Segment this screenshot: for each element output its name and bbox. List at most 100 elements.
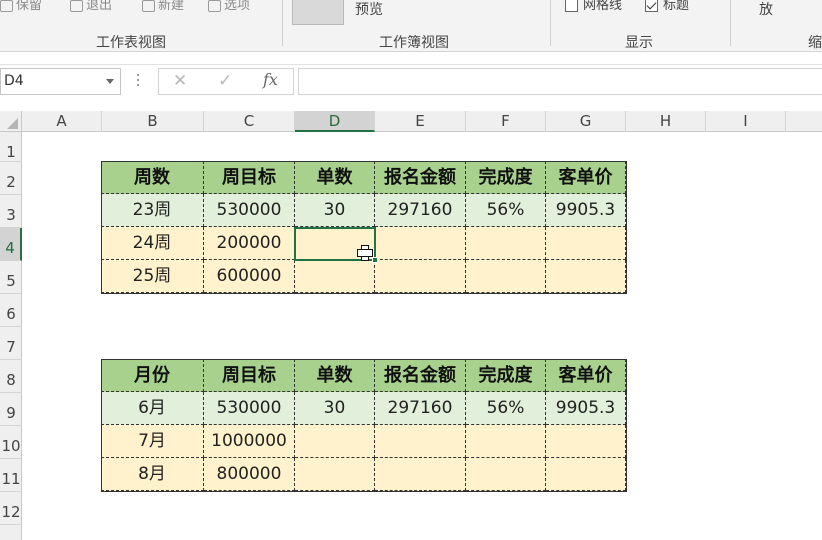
table-header-cell[interactable]: 月份	[101, 359, 204, 392]
table-cell[interactable]: 297160	[375, 392, 466, 425]
options-button[interactable]: 选项	[208, 0, 250, 13]
column-header-f[interactable]: F	[466, 111, 546, 132]
table-cell[interactable]: 24周	[101, 227, 204, 260]
table-cell[interactable]: 56%	[466, 194, 546, 227]
table-cell[interactable]	[375, 458, 466, 491]
row-header-5[interactable]: 5	[0, 261, 22, 294]
row-header-9[interactable]: 9	[0, 393, 22, 426]
zoom-button[interactable]: 放	[759, 0, 773, 19]
table-cell[interactable]: 6月	[101, 392, 204, 425]
headings-checkbox[interactable]: 标题	[645, 0, 689, 13]
keep-label: 保留	[16, 0, 43, 13]
options-label: 选项	[224, 0, 251, 13]
table-cell[interactable]: 800000	[204, 458, 295, 491]
insert-function-icon[interactable]: fx	[263, 70, 278, 89]
column-header-b[interactable]: B	[102, 111, 204, 132]
table-cell[interactable]	[295, 458, 375, 491]
table-cell[interactable]: 30	[295, 194, 375, 227]
column-header-c[interactable]: C	[204, 111, 295, 132]
table-cell[interactable]: 8月	[101, 458, 204, 491]
name-box[interactable]: D4	[0, 68, 121, 95]
column-header-j[interactable]	[786, 111, 822, 132]
table-cell[interactable]	[546, 458, 626, 491]
column-header-h[interactable]: H	[626, 111, 706, 132]
enter-icon[interactable]: ✓	[218, 71, 232, 91]
table-cell[interactable]: 9905.3	[546, 194, 626, 227]
new-view-icon	[142, 0, 155, 12]
column-header-a[interactable]: A	[22, 111, 102, 132]
row-header-4[interactable]: 4	[0, 228, 22, 261]
table-cell[interactable]: 200000	[204, 227, 295, 260]
table-header-cell[interactable]: 周目标	[204, 359, 295, 392]
table-cell[interactable]: 530000	[204, 194, 295, 227]
formula-input[interactable]	[298, 68, 822, 95]
table-header-cell[interactable]: 完成度	[466, 161, 546, 194]
headings-label: 标题	[663, 0, 690, 13]
table-cell[interactable]	[466, 227, 546, 260]
row-header-7[interactable]: 7	[0, 327, 22, 360]
table-header-cell[interactable]: 单数	[295, 359, 375, 392]
table-header-cell[interactable]: 完成度	[466, 359, 546, 392]
name-box-value: D4	[4, 73, 24, 89]
table-cell[interactable]	[295, 425, 375, 458]
table-cell[interactable]	[375, 260, 466, 293]
page-preview-button[interactable]	[292, 0, 344, 25]
keep-button[interactable]: 保留	[0, 0, 42, 13]
column-header-i[interactable]: I	[706, 111, 786, 132]
exit-icon	[70, 0, 83, 12]
formula-bar: D4 ✕ ✓ fx	[0, 64, 822, 96]
select-all-button[interactable]	[0, 111, 22, 132]
table-cell[interactable]	[375, 425, 466, 458]
table-cell[interactable]	[295, 260, 375, 293]
table-cell[interactable]	[546, 425, 626, 458]
row-header-6[interactable]: 6	[0, 294, 22, 327]
chevron-down-icon[interactable]	[106, 79, 114, 84]
row-header-10[interactable]: 10	[0, 426, 22, 459]
column-header-d[interactable]: D	[295, 111, 375, 132]
table-header-cell[interactable]: 报名金额	[375, 359, 466, 392]
group-label-sheet-view: 工作表视图	[96, 35, 166, 51]
ribbon: 保留 退出 新建 选项 预览 网格线 标题 放 工作表视图 工作簿视图 显示 缩	[0, 0, 822, 52]
keep-icon	[0, 0, 13, 12]
table-cell[interactable]	[375, 227, 466, 260]
row-header-3[interactable]: 3	[0, 195, 22, 228]
table-header-cell[interactable]: 客单价	[546, 161, 626, 194]
row-header-1[interactable]: 1	[0, 132, 22, 162]
table-cell[interactable]: 56%	[466, 392, 546, 425]
row-header-2[interactable]: 2	[0, 162, 22, 195]
cancel-icon[interactable]: ✕	[173, 71, 187, 91]
table-cell[interactable]: 30	[295, 392, 375, 425]
table-cell[interactable]	[546, 260, 626, 293]
table-header-cell[interactable]: 周目标	[204, 161, 295, 194]
table-cell[interactable]: 530000	[204, 392, 295, 425]
table-header-cell[interactable]: 客单价	[546, 359, 626, 392]
splitter-dots-icon[interactable]	[137, 74, 140, 88]
column-header-g[interactable]: G	[546, 111, 626, 132]
table-header-cell[interactable]: 报名金额	[375, 161, 466, 194]
group-separator	[282, 0, 283, 46]
table-cell[interactable]: 23周	[101, 194, 204, 227]
new-view-button[interactable]: 新建	[142, 0, 184, 13]
table-cell[interactable]	[466, 458, 546, 491]
gridlines-checkbox[interactable]: 网格线	[565, 0, 622, 13]
table-cell[interactable]: 297160	[375, 194, 466, 227]
table-header-cell[interactable]: 周数	[101, 161, 204, 194]
table-cell[interactable]	[466, 260, 546, 293]
gridlines-label: 网格线	[583, 0, 623, 13]
table-cell[interactable]: 25周	[101, 260, 204, 293]
options-icon	[208, 0, 221, 12]
table-cell[interactable]: 7月	[101, 425, 204, 458]
column-header-e[interactable]: E	[375, 111, 466, 132]
table-cell[interactable]	[546, 227, 626, 260]
exit-button[interactable]: 退出	[70, 0, 112, 13]
fill-handle[interactable]	[372, 257, 378, 263]
row-header-12[interactable]: 12	[0, 492, 22, 525]
table-cell[interactable]: 600000	[204, 260, 295, 293]
table-cell[interactable]	[466, 425, 546, 458]
table-header-cell[interactable]: 单数	[295, 161, 375, 194]
row-header-11[interactable]: 11	[0, 459, 22, 492]
table-cell[interactable]: 1000000	[204, 425, 295, 458]
formula-buttons: ✕ ✓ fx	[158, 68, 294, 95]
row-header-8[interactable]: 8	[0, 360, 22, 393]
table-cell[interactable]: 9905.3	[546, 392, 626, 425]
